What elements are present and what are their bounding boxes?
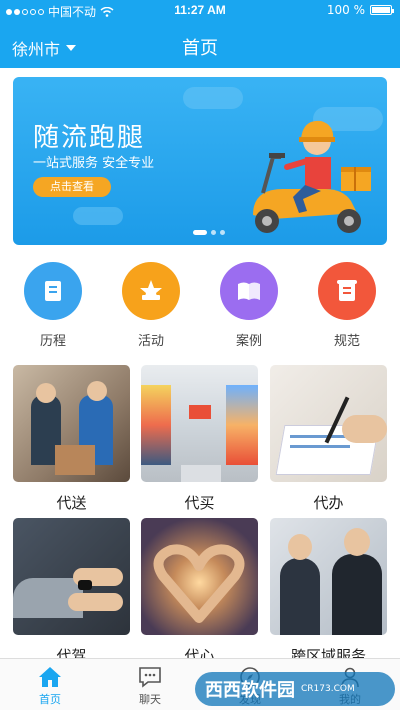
- service-photo: [270, 365, 387, 482]
- category-label: 案例: [235, 334, 262, 349]
- service-card-cross-region[interactable]: 跨区域服务: [270, 518, 387, 666]
- battery-percent: 100 %: [326, 3, 365, 17]
- tab-label: 聊天: [139, 693, 161, 706]
- status-bar: 中国不动 11:27 AM 100 %: [0, 0, 400, 20]
- category-label: 活动: [137, 334, 164, 349]
- star-icon: [122, 262, 180, 320]
- category-item-activity[interactable]: 活动: [111, 262, 191, 349]
- category-item-history[interactable]: 历程: [13, 262, 93, 349]
- watermark-brand: 西西软件园: [205, 680, 295, 701]
- service-label: 代办: [313, 494, 344, 512]
- category-label: 历程: [39, 334, 66, 349]
- home-icon: [10, 663, 90, 691]
- banner-subtitle: 一站式服务 安全专业: [33, 156, 155, 171]
- delivery-scooter-illustration: [253, 120, 371, 233]
- category-item-cases[interactable]: 案例: [209, 262, 289, 349]
- tab-label: 首页: [39, 693, 61, 706]
- watermark-url: CR173.COM: [301, 684, 355, 694]
- page-title: 首页: [182, 38, 218, 59]
- service-label: 代送: [56, 494, 87, 512]
- banner-cta-button[interactable]: 点击查看: [33, 177, 111, 197]
- service-card-care[interactable]: 代心: [141, 518, 258, 666]
- scroll-icon: [318, 262, 376, 320]
- category-row: 历程 活动 案例 规范: [0, 262, 400, 352]
- service-card-purchase[interactable]: 代买: [141, 365, 258, 513]
- tab-home[interactable]: 首页: [10, 663, 90, 707]
- book-icon: [220, 262, 278, 320]
- top-bar: 中国不动 11:27 AM 100 % 徐州市 首页: [0, 0, 400, 68]
- chat-icon: [110, 663, 190, 691]
- site-watermark: 西西软件园 CR173.COM: [195, 672, 395, 706]
- service-photo: [13, 365, 130, 482]
- service-label: 代买: [184, 494, 215, 512]
- service-card-driving[interactable]: 代驾: [13, 518, 130, 666]
- service-card-errands[interactable]: 代办: [270, 365, 387, 513]
- service-photo: [270, 518, 387, 635]
- banner-headline: 随流跑腿: [33, 123, 146, 153]
- battery-icon: [370, 5, 394, 15]
- promo-banner[interactable]: 随流跑腿 一站式服务 安全专业 点击查看: [13, 77, 387, 245]
- document-icon: [24, 262, 82, 320]
- category-label: 规范: [333, 334, 360, 349]
- tab-chat[interactable]: 聊天: [110, 663, 190, 707]
- service-photo: [13, 518, 130, 635]
- service-photo: [141, 518, 258, 635]
- service-card-delivery[interactable]: 代送: [13, 365, 130, 513]
- category-item-rules[interactable]: 规范: [307, 262, 387, 349]
- service-photo: [141, 365, 258, 482]
- carousel-indicator: [193, 230, 225, 235]
